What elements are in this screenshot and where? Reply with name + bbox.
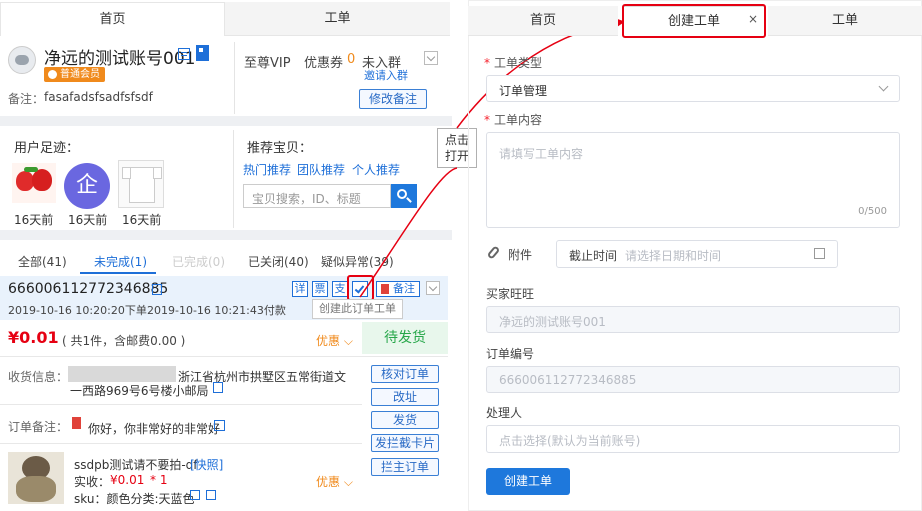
handler-label: 处理人 [486, 406, 523, 420]
char-counter: 0/500 [858, 206, 887, 217]
content-textarea[interactable]: 请填写工单内容 0/500 [486, 132, 900, 228]
order-number-field: 666006112772346885 [486, 366, 900, 393]
content-label: * 工单内容 [484, 113, 543, 127]
tab-workorder[interactable]: 工单 [768, 6, 922, 36]
deadline-picker[interactable]: 截止时间 请选择日期和时间 [556, 240, 838, 268]
buyer-field: 净远的测试账号001 [486, 306, 900, 333]
calendar-icon [814, 248, 825, 259]
type-label: * 工单类型 [484, 56, 543, 70]
chevron-down-icon [878, 81, 889, 92]
create-workorder-button[interactable]: 创建工单 [486, 468, 570, 495]
create-workorder-panel: 首页 创建工单 × 工单 * 工单类型 订单管理 * 工单内容 请填写工单内容 0/… [468, 0, 922, 511]
buyer-label: 买家旺旺 [486, 287, 535, 301]
paperclip-icon[interactable] [486, 245, 501, 260]
type-select[interactable]: 订单管理 [486, 75, 900, 102]
highlight-box [622, 4, 766, 38]
attach-label[interactable]: 附件 [508, 246, 532, 263]
handler-select[interactable]: 点击选择(默认为当前账号) [486, 425, 900, 453]
order-number-label: 订单编号 [486, 347, 535, 361]
tab-home[interactable]: 首页 [468, 6, 618, 36]
